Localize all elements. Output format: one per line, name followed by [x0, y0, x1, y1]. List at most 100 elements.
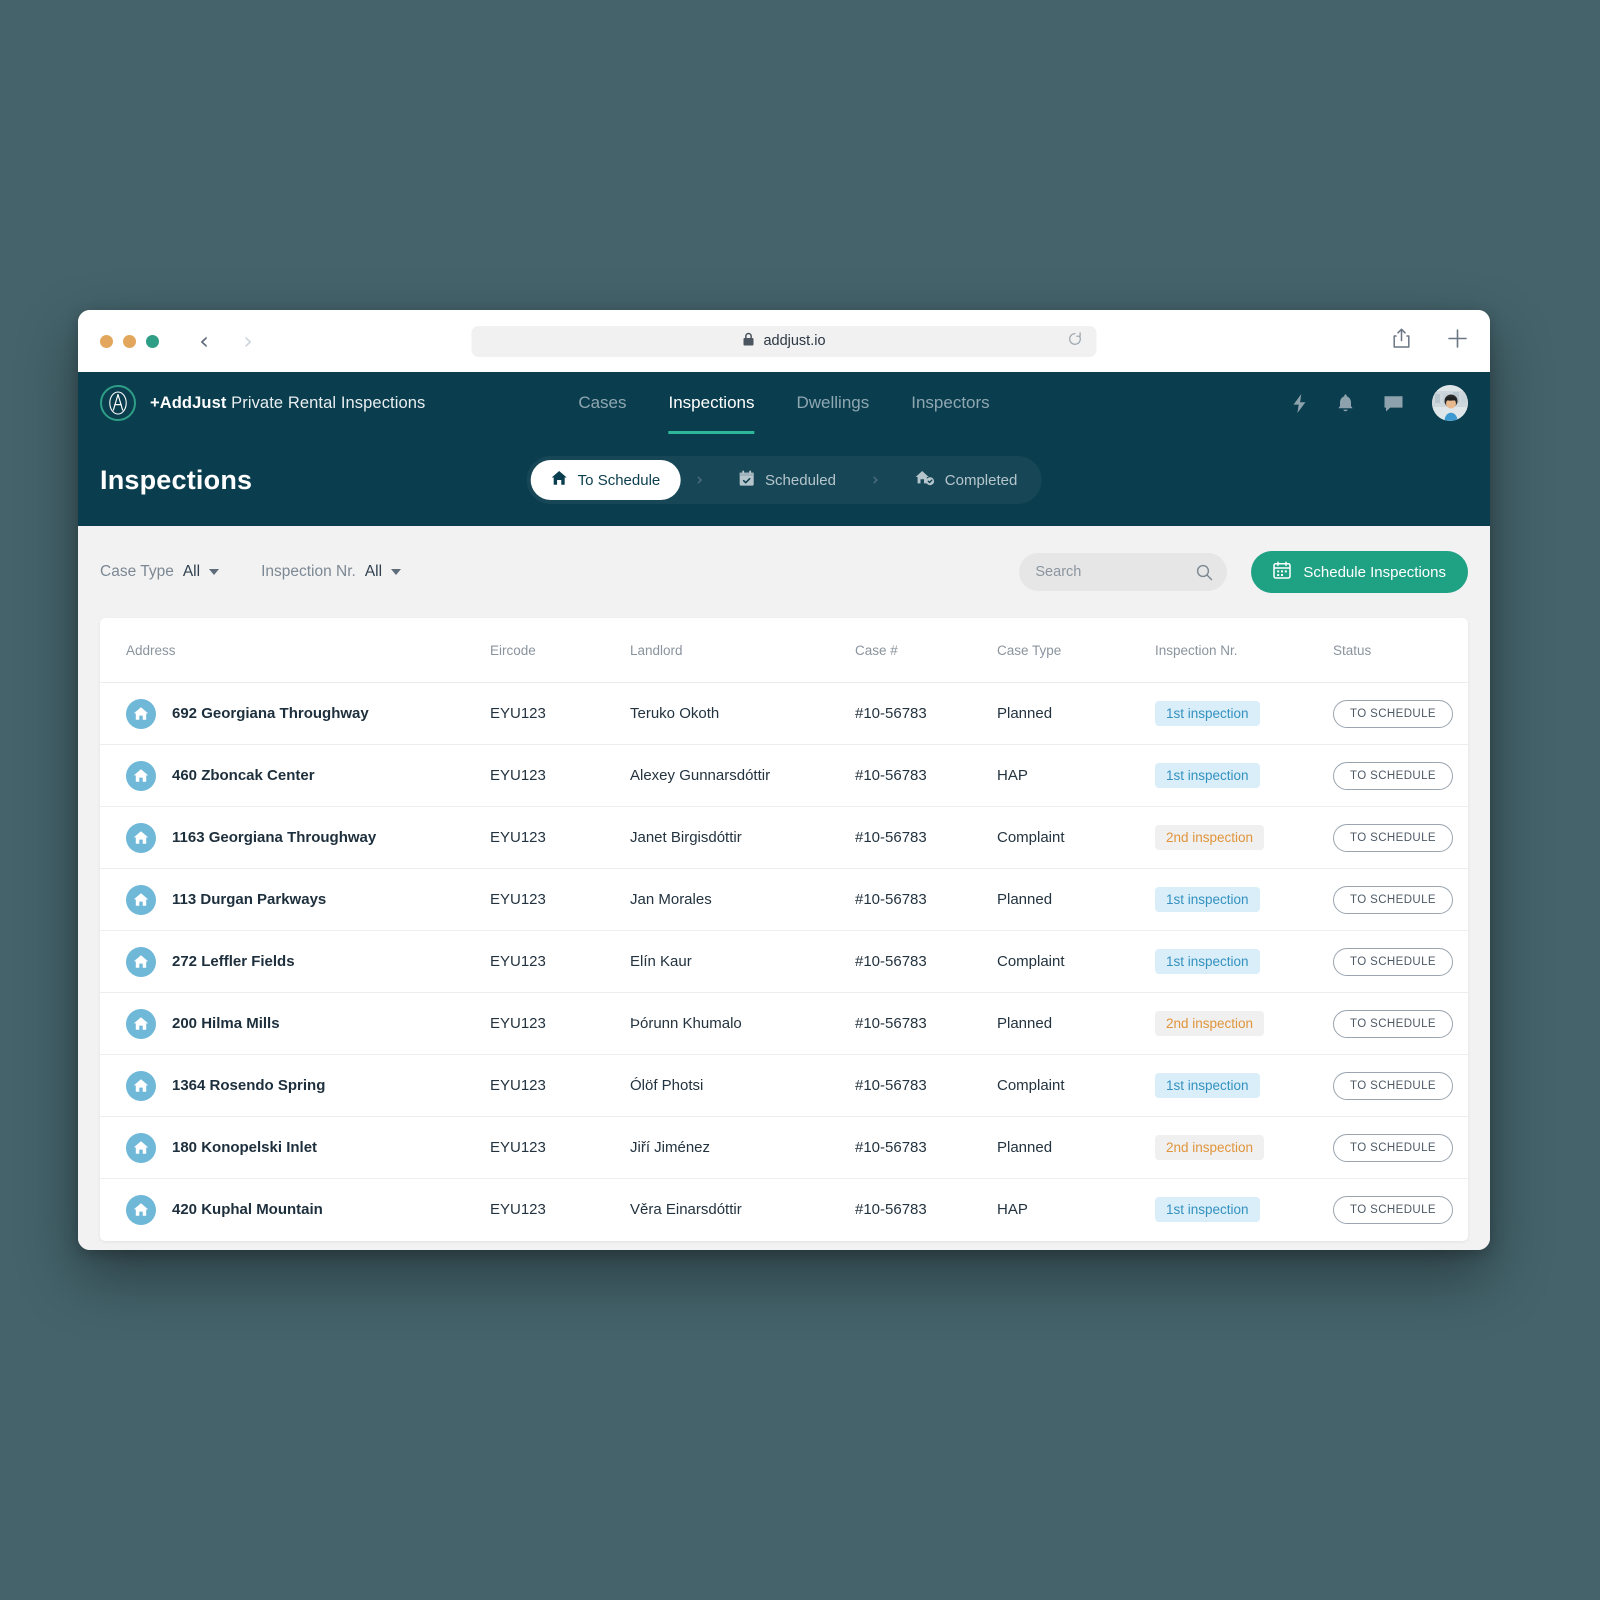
- cell-address[interactable]: 1163 Georgiana Throughway: [100, 806, 490, 869]
- page-title: Inspections: [100, 464, 253, 495]
- search-input[interactable]: [1035, 564, 1212, 580]
- page-header: Inspections To Schedule › Scheduled › Co…: [78, 434, 1490, 526]
- table-row[interactable]: 1163 Georgiana Throughway EYU123 Janet Bir…: [100, 806, 1468, 869]
- cell-address[interactable]: 420 Kuphal Mountain: [100, 1179, 490, 1241]
- cell-eircode: EYU123: [490, 868, 630, 931]
- search-box[interactable]: [1019, 553, 1228, 591]
- reload-icon[interactable]: [1068, 332, 1083, 351]
- cell-case-number: #10-56783: [855, 1201, 927, 1219]
- house-icon: [126, 1132, 156, 1163]
- nav-link-inspectors[interactable]: Inspectors: [911, 372, 989, 434]
- cell-case-type: HAP: [997, 744, 1155, 807]
- step-to-schedule[interactable]: To Schedule: [530, 460, 681, 500]
- cell-case-number: #10-56783: [855, 868, 997, 931]
- step-completed[interactable]: Completed: [895, 460, 1038, 500]
- table-row[interactable]: 113 Durgan Parkways EYU123 Jan Morales #10-…: [100, 868, 1468, 931]
- filter-case-type[interactable]: Case Type All: [100, 563, 220, 581]
- house-icon: [126, 760, 156, 791]
- cell-case-number: #10-56783: [855, 806, 997, 869]
- cell-case-type: Planned: [997, 868, 1155, 931]
- table-row[interactable]: 460 Zboncak Center EYU123 Alexey Gunnarsdó…: [100, 744, 1468, 807]
- nav-action-icons: [1291, 385, 1468, 421]
- step-separator: ›: [696, 470, 704, 490]
- status-badge[interactable]: TO SCHEDULE: [1333, 761, 1453, 790]
- zoom-window-button[interactable]: [146, 334, 159, 348]
- cell-address[interactable]: 180 Konopelski Inlet: [100, 1116, 490, 1179]
- house-icon: [126, 884, 156, 915]
- table-header-row: Address Eircode Landlord Case # Case Typ…: [100, 618, 1468, 683]
- cell-status: TO SCHEDULE: [1333, 992, 1468, 1055]
- status-badge[interactable]: TO SCHEDULE: [1333, 1133, 1453, 1162]
- filter-inspection-nr[interactable]: Inspection Nr. All: [261, 563, 402, 581]
- cell-case-number: #10-56783: [855, 992, 997, 1055]
- table-body: 692 Georgiana Throughway EYU123 Teruko Oko…: [100, 682, 1468, 1241]
- cell-status: TO SCHEDULE: [1333, 1054, 1468, 1117]
- cell-case-number: #10-56783: [855, 682, 997, 745]
- close-window-button[interactable]: [100, 334, 113, 348]
- column-header-inspection-nr[interactable]: Inspection Nr.: [1155, 618, 1333, 683]
- house-icon: [126, 946, 156, 977]
- cell-address[interactable]: 692 Georgiana Throughway: [100, 682, 490, 745]
- url-text: addjust.io: [763, 333, 826, 349]
- address-text: 1163 Georgiana Throughway: [172, 829, 377, 846]
- column-header-status[interactable]: Status: [1333, 618, 1468, 683]
- column-header-case-type[interactable]: Case Type: [997, 618, 1155, 683]
- avatar[interactable]: [1432, 385, 1468, 421]
- cell-landlord: Elín Kaur: [630, 930, 855, 993]
- status-badge[interactable]: TO SCHEDULE: [1333, 1071, 1453, 1100]
- cell-address[interactable]: 200 Hilma Mills: [100, 992, 490, 1055]
- cell-address[interactable]: 272 Leffler Fields: [100, 930, 490, 993]
- table-row[interactable]: 1364 Rosendo Spring EYU123 Ólöf Photsi #10-…: [100, 1054, 1468, 1117]
- cell-case-type: Complaint: [997, 806, 1155, 869]
- browser-chrome-actions: [1392, 328, 1468, 354]
- status-badge[interactable]: TO SCHEDULE: [1333, 1195, 1453, 1224]
- nav-link-dwellings[interactable]: Dwellings: [797, 372, 870, 434]
- home-icon: [551, 470, 568, 490]
- status-badge[interactable]: TO SCHEDULE: [1333, 699, 1453, 728]
- cell-address[interactable]: 1364 Rosendo Spring: [100, 1054, 490, 1117]
- cell-status: TO SCHEDULE: [1333, 1179, 1468, 1241]
- inspection-pill: 1st inspection: [1155, 763, 1260, 788]
- step-scheduled[interactable]: Scheduled: [719, 460, 856, 500]
- schedule-inspections-button[interactable]: Schedule Inspections: [1251, 551, 1468, 593]
- column-header-landlord[interactable]: Landlord: [630, 618, 855, 683]
- brand[interactable]: +AddJust Private Rental Inspections: [100, 385, 425, 421]
- column-header-case[interactable]: Case #: [855, 618, 997, 683]
- share-icon[interactable]: [1392, 328, 1411, 354]
- filter-label: Inspection Nr.: [261, 563, 356, 580]
- cell-landlord: Alexey Gunnarsdóttir: [630, 744, 855, 807]
- minimize-window-button[interactable]: [123, 334, 136, 348]
- bell-icon[interactable]: [1336, 393, 1355, 414]
- status-badge[interactable]: TO SCHEDULE: [1333, 885, 1453, 914]
- address-bar[interactable]: addjust.io: [471, 325, 1097, 357]
- forward-button[interactable]: ›: [237, 329, 259, 353]
- cell-inspection-nr: 1st inspection: [1155, 744, 1333, 807]
- chat-bubble-icon[interactable]: [1383, 394, 1404, 413]
- cell-address[interactable]: 113 Durgan Parkways: [100, 868, 490, 931]
- status-badge[interactable]: TO SCHEDULE: [1333, 947, 1453, 976]
- search-icon[interactable]: [1196, 564, 1213, 581]
- table-row[interactable]: 420 Kuphal Mountain EYU123 Věra Einarsdótt…: [100, 1179, 1468, 1241]
- table-row[interactable]: 180 Konopelski Inlet EYU123 Jiří Jiménez #1…: [100, 1116, 1468, 1179]
- column-header-eircode[interactable]: Eircode: [490, 618, 630, 683]
- chevron-down-icon: [209, 569, 220, 575]
- cell-case-type: HAP: [997, 1201, 1028, 1219]
- status-badge[interactable]: TO SCHEDULE: [1333, 1009, 1453, 1038]
- schedule-inspections-label: Schedule Inspections: [1303, 563, 1446, 581]
- table-row[interactable]: 272 Leffler Fields EYU123 Elín Kaur #10-567…: [100, 930, 1468, 993]
- house-icon: [126, 822, 156, 853]
- nav-link-cases[interactable]: Cases: [578, 372, 626, 434]
- cell-status: TO SCHEDULE: [1333, 682, 1468, 745]
- address-text: 1364 Rosendo Spring: [172, 1077, 326, 1094]
- back-button[interactable]: ‹: [193, 329, 215, 353]
- new-tab-icon[interactable]: [1447, 328, 1468, 354]
- column-header-address[interactable]: Address: [100, 618, 490, 683]
- address-text: 180 Konopelski Inlet: [172, 1139, 318, 1156]
- status-badge[interactable]: TO SCHEDULE: [1333, 823, 1453, 852]
- lightning-bolt-icon[interactable]: [1291, 393, 1308, 414]
- cell-address[interactable]: 460 Zboncak Center: [100, 744, 490, 807]
- nav-link-inspections[interactable]: Inspections: [668, 372, 755, 434]
- house-icon: [126, 1070, 156, 1101]
- table-row[interactable]: 200 Hilma Mills EYU123 Þórunn Khumalo #10-5…: [100, 992, 1468, 1055]
- table-row[interactable]: 692 Georgiana Throughway EYU123 Teruko Oko…: [100, 682, 1468, 745]
